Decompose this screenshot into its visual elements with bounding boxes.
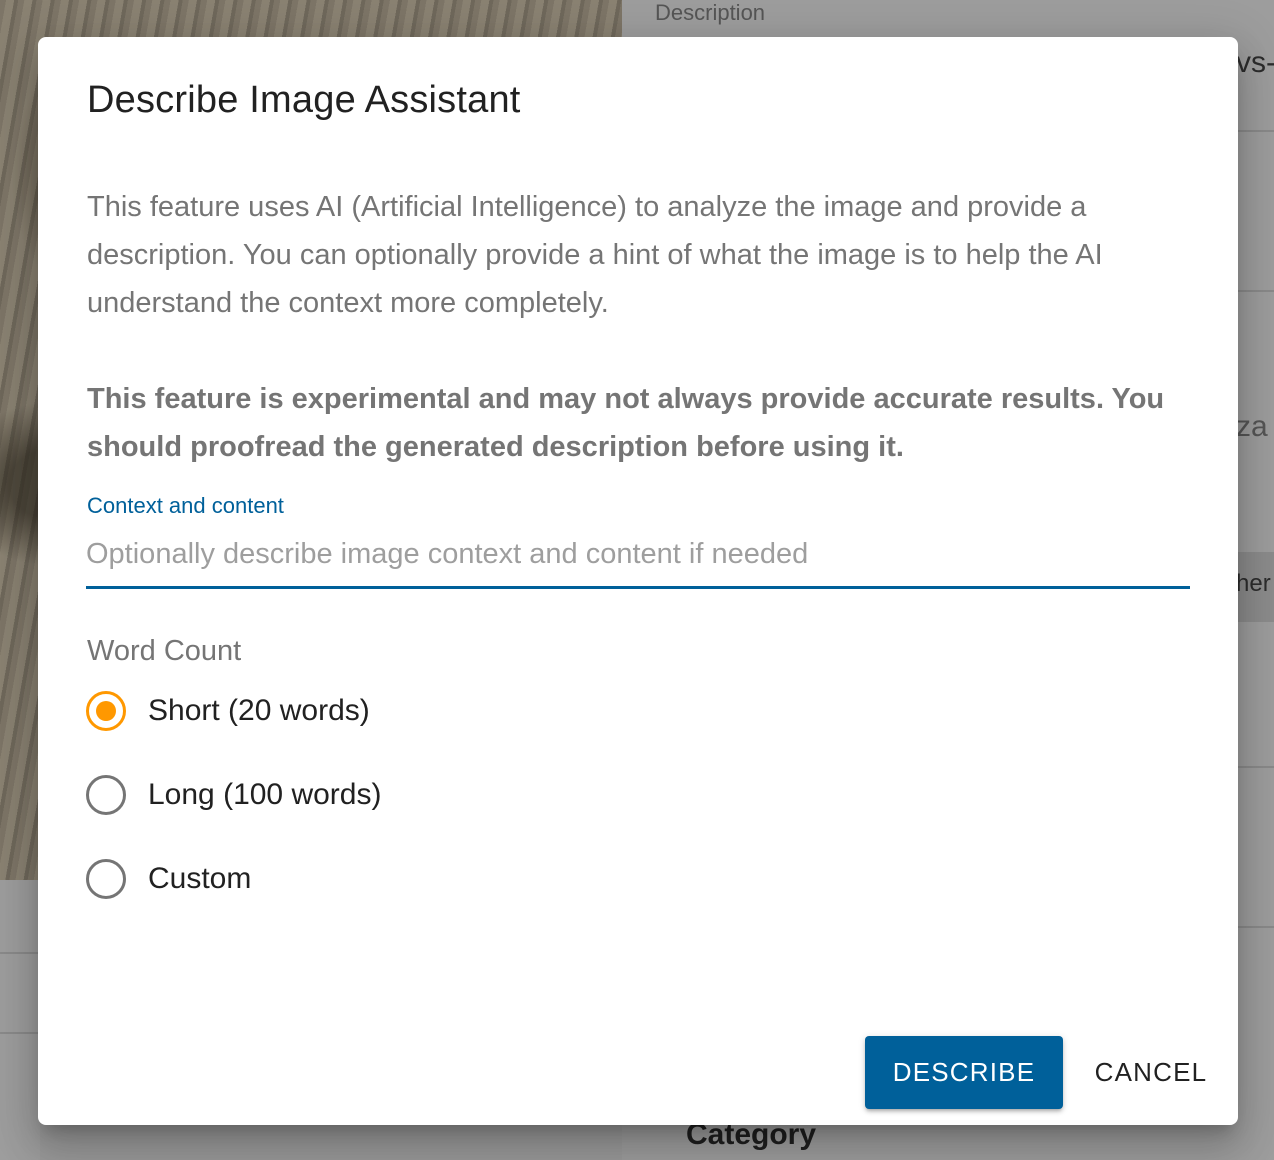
radio-selected-icon[interactable] [86,691,126,731]
word-count-label: Word Count [87,635,242,667]
word-count-option-short[interactable]: Short (20 words) [86,689,370,733]
cancel-button[interactable]: CANCEL [1078,1036,1224,1109]
radio-label: Long (100 words) [148,778,382,811]
dialog-title: Describe Image Assistant [87,79,521,121]
radio-unselected-icon[interactable] [86,775,126,815]
context-field-label: Context and content [87,493,284,518]
word-count-option-custom[interactable]: Custom [86,857,251,901]
radio-label: Short (20 words) [148,694,370,727]
context-input[interactable] [86,531,1190,589]
describe-image-dialog: Describe Image Assistant This feature us… [38,37,1238,1125]
dialog-intro-text: This feature uses AI (Artificial Intelli… [87,191,1103,319]
dialog-warning-text: This feature is experimental and may not… [87,383,1165,463]
describe-button[interactable]: DESCRIBE [865,1036,1063,1109]
word-count-option-long[interactable]: Long (100 words) [86,773,381,817]
radio-unselected-icon[interactable] [86,859,126,899]
radio-label: Custom [148,862,252,895]
